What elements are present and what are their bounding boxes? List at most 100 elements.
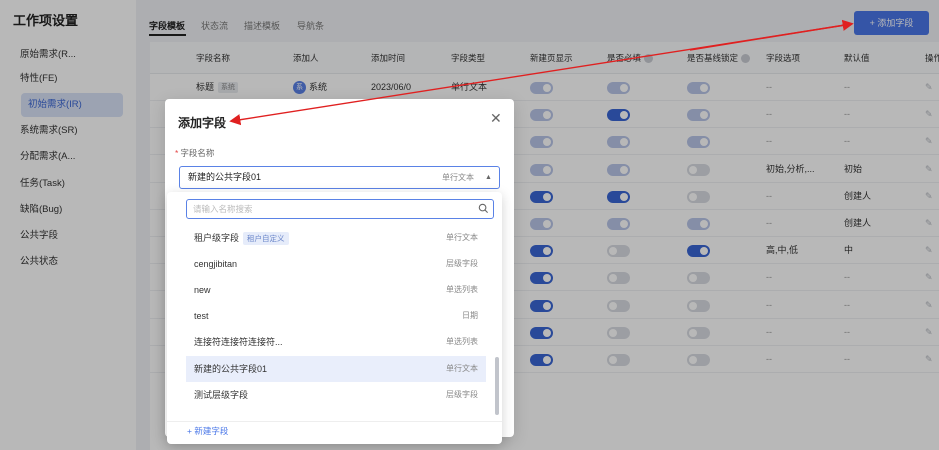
toggle-show-on-create[interactable] xyxy=(530,163,553,176)
edit-icon[interactable]: ✎ xyxy=(925,164,934,174)
cell-options: -- xyxy=(766,299,772,310)
cell-default: -- xyxy=(844,109,850,120)
cell-options: 初始,分析,... xyxy=(766,163,815,174)
adder-name: 系统 xyxy=(309,82,328,92)
dropdown-option[interactable]: 测试层级字段 层级字段 xyxy=(186,382,486,408)
toggle-required[interactable] xyxy=(607,136,630,149)
toggle-required[interactable] xyxy=(607,190,630,203)
option-label-text: 租户级字段 xyxy=(194,233,240,243)
edit-icon[interactable]: ✎ xyxy=(925,110,934,119)
option-type: 日期 xyxy=(462,311,478,320)
option-label-text: 连接符连接符连接符... xyxy=(194,337,283,347)
option-label-text: new xyxy=(194,285,211,295)
toggle-required[interactable] xyxy=(607,163,630,176)
required-mark: * xyxy=(175,148,179,158)
search-box[interactable] xyxy=(186,199,494,219)
close-icon[interactable]: ✕ xyxy=(490,110,502,127)
toggle-required[interactable] xyxy=(607,82,630,94)
tab-status-flow[interactable]: 状态流 xyxy=(201,19,228,32)
toggle-show-on-create[interactable] xyxy=(530,272,553,285)
toggle-show-on-create[interactable] xyxy=(530,354,553,366)
sidebar-item-system-req[interactable]: 系统需求(SR) xyxy=(20,119,78,143)
edit-icon[interactable]: ✎ xyxy=(925,273,934,282)
edit-icon[interactable]: ✎ xyxy=(925,300,934,310)
table-header: 字段名称 添加人 添加时间 字段类型 新建页显示 是否必填 是否基线锁定 字段选… xyxy=(150,42,939,74)
sidebar-item-bug[interactable]: 缺陷(Bug) xyxy=(20,198,62,222)
sidebar-item-public-status[interactable]: 公共状态 xyxy=(20,250,58,274)
toggle-baseline-lock[interactable] xyxy=(687,245,710,258)
help-icon[interactable] xyxy=(644,54,654,64)
edit-icon[interactable]: ✎ xyxy=(925,83,934,92)
toggle-show-on-create[interactable] xyxy=(530,109,553,122)
select-type: 单行文本 xyxy=(442,173,474,182)
option-label: 连接符连接符连接符... xyxy=(194,329,283,355)
dropdown-option[interactable]: 租户级字段 租户自定义 单行文本 xyxy=(186,225,486,251)
dropdown-scrollbar-thumb[interactable] xyxy=(495,357,499,415)
sidebar-item-task[interactable]: 任务(Task) xyxy=(20,172,65,196)
edit-icon[interactable]: ✎ xyxy=(925,327,934,337)
toggle-required[interactable] xyxy=(607,299,630,312)
option-label: 新建的公共字段01 xyxy=(194,356,267,382)
sidebar: 工作项设置 原始需求(R... 特性(FE) 初始需求(IR) 系统需求(SR)… xyxy=(0,0,136,450)
sidebar-item-public-fields[interactable]: 公共字段 xyxy=(20,224,58,248)
option-type: 单行文本 xyxy=(446,233,478,242)
toggle-baseline-lock[interactable] xyxy=(687,82,710,94)
toggle-required[interactable] xyxy=(607,218,630,230)
toggle-required[interactable] xyxy=(607,354,630,366)
tab-navigation-bar[interactable]: 导航条 xyxy=(297,19,324,32)
dropdown-option[interactable]: test 日期 xyxy=(186,303,486,329)
toggle-required[interactable] xyxy=(607,326,630,339)
cell-default: 初始 xyxy=(844,163,863,174)
edit-icon[interactable]: ✎ xyxy=(925,137,934,146)
option-type: 单选列表 xyxy=(446,285,478,294)
toggle-baseline-lock[interactable] xyxy=(687,354,710,366)
toggle-baseline-lock[interactable] xyxy=(687,136,710,149)
edit-icon[interactable]: ✎ xyxy=(925,246,934,255)
tab-field-template[interactable]: 字段模板 xyxy=(149,19,185,32)
toggle-baseline-lock[interactable] xyxy=(687,326,710,339)
toggle-show-on-create[interactable] xyxy=(530,326,553,339)
edit-icon[interactable]: ✎ xyxy=(925,191,934,201)
toggle-baseline-lock[interactable] xyxy=(687,163,710,176)
edit-icon[interactable]: ✎ xyxy=(925,219,934,228)
option-label-text: test xyxy=(194,311,209,321)
toggle-show-on-create[interactable] xyxy=(530,218,553,230)
sidebar-item-initial-req[interactable]: 初始需求(IR) xyxy=(21,93,123,117)
sidebar-item-original-req[interactable]: 原始需求(R... xyxy=(20,43,76,67)
dropdown-option[interactable]: 连接符连接符连接符... 单选列表 xyxy=(186,329,486,355)
table-row: 标题 系统 系系统 2023/06/0 单行文本 -- -- ✎ xyxy=(150,74,939,101)
toggle-baseline-lock[interactable] xyxy=(687,272,710,285)
toggle-show-on-create[interactable] xyxy=(530,82,553,94)
add-field-button[interactable]: + 添加字段 xyxy=(854,11,929,35)
help-icon[interactable] xyxy=(741,54,751,64)
toggle-baseline-lock[interactable] xyxy=(687,109,710,122)
cell-add-time: 2023/06/0 xyxy=(371,82,412,92)
toggle-baseline-lock[interactable] xyxy=(687,299,710,312)
select-value: 新建的公共字段01 xyxy=(188,172,262,182)
toggle-baseline-lock[interactable] xyxy=(687,218,710,230)
toggle-required[interactable] xyxy=(607,272,630,285)
dropdown-option[interactable]: 新建的公共字段01 单行文本 xyxy=(186,356,486,382)
search-input[interactable] xyxy=(187,200,467,218)
tab-description-template[interactable]: 描述模板 xyxy=(244,19,280,32)
sidebar-item-allocated-req[interactable]: 分配需求(A... xyxy=(20,145,75,169)
new-field-link[interactable]: + 新建字段 xyxy=(187,423,228,439)
toggle-required[interactable] xyxy=(607,109,630,122)
dropdown-option[interactable]: new 单选列表 xyxy=(186,277,486,303)
toggle-show-on-create[interactable] xyxy=(530,190,553,203)
cell-adder: 系系统 xyxy=(293,74,327,100)
cell-field-name: 标题 系统 xyxy=(196,74,239,100)
option-type: 单行文本 xyxy=(446,364,478,373)
toggle-show-on-create[interactable] xyxy=(530,245,553,258)
header-field-options: 字段选项 xyxy=(766,53,801,63)
sidebar-item-feature[interactable]: 特性(FE) xyxy=(20,67,57,91)
cell-options: -- xyxy=(766,136,772,147)
dropdown-option[interactable]: cengjibitan 层级字段 xyxy=(186,251,486,277)
edit-icon[interactable]: ✎ xyxy=(925,355,934,364)
toggle-show-on-create[interactable] xyxy=(530,299,553,312)
toggle-required[interactable] xyxy=(607,245,630,258)
toggle-show-on-create[interactable] xyxy=(530,136,553,149)
field-name-select[interactable]: 新建的公共字段01 单行文本 ▲ xyxy=(179,166,500,189)
toggle-baseline-lock[interactable] xyxy=(687,190,710,203)
option-type: 单选列表 xyxy=(446,337,478,346)
